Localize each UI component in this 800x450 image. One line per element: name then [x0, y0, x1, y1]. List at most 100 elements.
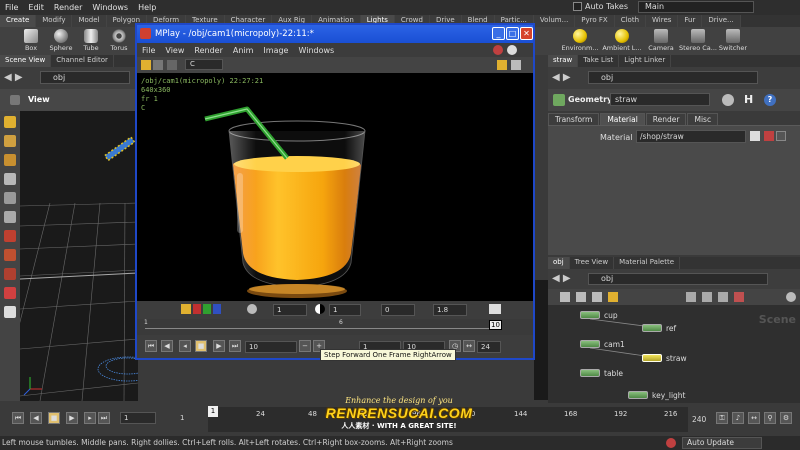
menu-file[interactable]: File [0, 3, 23, 12]
list-icon[interactable] [560, 292, 570, 302]
stop-icon[interactable] [666, 438, 676, 448]
desktop-select[interactable]: Main [638, 1, 754, 13]
help-icon[interactable]: ? [764, 94, 776, 106]
tool-sphere[interactable]: Sphere [44, 29, 78, 52]
stop-button[interactable]: ■ [195, 340, 207, 352]
camera-tool-icon[interactable] [4, 287, 16, 299]
node-table[interactable]: table [580, 368, 623, 378]
mplay-menu-image[interactable]: Image [258, 46, 293, 55]
snapshot-icon[interactable] [141, 60, 151, 70]
menu-render[interactable]: Render [49, 3, 87, 12]
jump-to-icon[interactable] [764, 131, 774, 141]
auto-update-select[interactable]: Auto Update [682, 437, 762, 449]
timeline-cursor[interactable]: 1 [208, 406, 218, 417]
select-tool-icon[interactable] [4, 116, 16, 128]
render-image[interactable]: /obj/cam1(micropoly) 22:27:21 640x360 fr… [137, 73, 533, 301]
minimize-button[interactable]: _ [492, 27, 505, 40]
mplay-window[interactable]: MPlay - /obj/cam1(micropoly)-22:11:* _ □… [135, 23, 535, 360]
tl-first-frame-button[interactable]: ⏮ [12, 412, 24, 424]
view-tool-icon[interactable] [4, 211, 16, 223]
shelf-tab[interactable]: Pyro FX [575, 15, 615, 27]
shelf-tab[interactable]: Drive... [702, 15, 741, 27]
layout-icon[interactable] [592, 292, 602, 302]
node-body[interactable] [628, 391, 648, 399]
menu-windows[interactable]: Windows [87, 3, 133, 12]
tab-misc[interactable]: Misc [687, 113, 719, 125]
lut-icon[interactable] [489, 304, 501, 314]
red-channel-icon[interactable] [193, 304, 201, 314]
nav-arrows-icon[interactable]: ◀ ▶ [552, 72, 571, 83]
tool-box[interactable]: Box [14, 29, 48, 52]
auto-takes-toggle[interactable]: Auto Takes [572, 2, 628, 11]
tab-light-linker[interactable]: Light Linker [619, 55, 672, 67]
tab-scene-view[interactable]: Scene View [0, 55, 52, 67]
auto-takes-checkbox[interactable] [572, 2, 582, 11]
network-graph[interactable]: Scene cup ref cam1 straw table key_light [548, 305, 800, 403]
shelf-tab[interactable]: Volum... [533, 15, 576, 27]
nav-arrows-icon[interactable]: ◀ ▶ [552, 273, 571, 284]
note-icon[interactable] [4, 306, 16, 318]
light-tool-icon[interactable] [4, 268, 16, 280]
first-frame-button[interactable]: ⏮ [145, 340, 157, 352]
tab-material[interactable]: Material [600, 113, 645, 125]
node-ref[interactable]: ref [642, 323, 676, 333]
close-button[interactable]: ✕ [520, 27, 533, 40]
shelf-tab[interactable]: Create [0, 15, 37, 27]
align-icon[interactable] [686, 292, 696, 302]
mplay-titlebar[interactable]: MPlay - /obj/cam1(micropoly)-22:11:* _ □… [137, 25, 533, 43]
mplay-menu-view[interactable]: View [160, 46, 189, 55]
move-tool-icon[interactable] [4, 135, 16, 147]
tab-render[interactable]: Render [645, 113, 687, 125]
step-back-button[interactable]: ◂ [179, 340, 191, 352]
tab-straw[interactable]: straw [548, 55, 579, 67]
menu-help[interactable]: Help [133, 3, 161, 12]
green-channel-icon[interactable] [203, 304, 211, 314]
tab-obj[interactable]: obj [548, 257, 570, 269]
fps-field[interactable]: 24 [477, 341, 501, 353]
tab-tree-view[interactable]: Tree View [570, 257, 615, 269]
param-path-field[interactable]: obj [588, 71, 758, 84]
bookmark-icon[interactable] [608, 292, 618, 302]
shelf-tab[interactable]: Cloth [614, 15, 647, 27]
stop-render-icon[interactable] [493, 45, 503, 55]
scale-field[interactable]: 1.8 [433, 304, 467, 316]
tl-stop-button[interactable]: ■ [48, 412, 60, 424]
last-frame-button[interactable]: ⏭ [229, 340, 241, 352]
node-body[interactable] [580, 311, 600, 319]
zoom-icon[interactable] [786, 292, 796, 302]
shelf-tab[interactable]: Wires [646, 15, 679, 27]
grid-icon[interactable] [511, 60, 521, 70]
scene-viewport[interactable] [20, 111, 138, 401]
layout-icon[interactable] [497, 60, 507, 70]
channel-menu-icon[interactable] [167, 60, 177, 70]
key-icon[interactable]: ⚿ [716, 412, 728, 424]
node-chooser-icon[interactable] [750, 131, 760, 141]
grid-icon[interactable] [576, 292, 586, 302]
tl-play-button[interactable]: ▶ [66, 412, 78, 424]
tab-channel-editor[interactable]: Channel Editor [51, 55, 114, 67]
maximize-button[interactable]: □ [506, 27, 519, 40]
dropdown-icon[interactable] [776, 131, 786, 141]
flow-icon[interactable] [718, 292, 728, 302]
mplay-timeline[interactable]: 1 6 10 [137, 319, 533, 335]
camera-menu-icon[interactable] [10, 95, 20, 105]
tool-switcher[interactable]: Switcher [716, 29, 750, 52]
rotate-tool-icon[interactable] [4, 154, 16, 166]
range-icon[interactable]: ↔ [748, 412, 760, 424]
houdini-icon[interactable]: H [744, 93, 753, 106]
color-swatch-icon[interactable] [181, 304, 191, 314]
node-cam1[interactable]: cam1 [580, 339, 625, 349]
sound-icon[interactable]: ♪ [732, 412, 744, 424]
shelf-tab[interactable]: Fur [678, 15, 703, 27]
offset-field[interactable]: 0 [381, 304, 415, 316]
current-frame-field[interactable]: 10 [245, 341, 297, 353]
mplay-current-marker[interactable]: 10 [489, 320, 502, 330]
tool-ambient-light[interactable]: Ambient L... [602, 29, 642, 52]
range-icon[interactable]: ↔ [463, 340, 475, 352]
tl-current-field[interactable]: 1 [120, 412, 156, 424]
tool-environment-light[interactable]: Environm... [560, 29, 600, 52]
play-button[interactable]: ▶ [213, 340, 225, 352]
channel-select[interactable]: C [185, 59, 223, 70]
render-region-icon[interactable] [4, 230, 16, 242]
gamma-field[interactable]: 1 [329, 304, 361, 316]
